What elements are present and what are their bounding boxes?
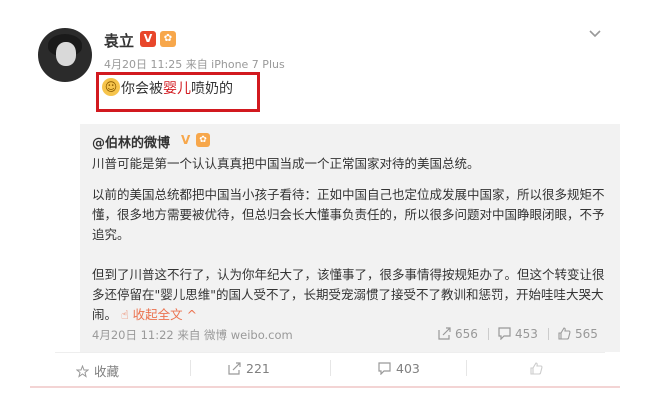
repost-comment-count: 453 bbox=[515, 327, 538, 341]
collapse-link[interactable]: 收起全文 ^ bbox=[133, 307, 197, 322]
favorite-button[interactable]: 收藏 bbox=[75, 361, 120, 380]
repost-like-button[interactable]: 565 bbox=[558, 327, 598, 341]
star-icon bbox=[75, 364, 90, 378]
post-text: 你会被婴儿喷奶的 bbox=[121, 78, 233, 98]
medal-icon: ✿ bbox=[160, 31, 176, 47]
stat-divider bbox=[488, 328, 489, 340]
smirk-emoji-icon: ☺ bbox=[102, 78, 120, 96]
chevron-down-icon[interactable] bbox=[588, 26, 602, 40]
hand-icon: ☝ bbox=[121, 307, 129, 322]
share-button[interactable]: 221 bbox=[228, 361, 270, 376]
share-count: 221 bbox=[246, 361, 270, 376]
avatar[interactable] bbox=[38, 28, 92, 82]
repost-text-line-last: 闹。 ☝ 收起全文 ^ bbox=[92, 304, 197, 323]
repost-verified-icon: V bbox=[181, 133, 191, 147]
repost-share-count: 656 bbox=[455, 327, 478, 341]
weibo-post-card: 袁立 V ✿ 4月20日 11:25 来自 iPhone 7 Plus ☺ 你会… bbox=[0, 0, 647, 400]
repost-share-button[interactable]: 656 bbox=[438, 327, 478, 341]
avatar-face bbox=[56, 42, 76, 66]
repost-text-line: 川普可能是第一个认认真真把中国当成一个正常国家对待的美国总统。 bbox=[92, 156, 480, 171]
share-icon bbox=[438, 327, 451, 340]
repost-text-line: 多还停留在"婴儿思维"的国人受不了，长期受宠溺惯了接受不了教训和惩罚，开始哇哇大… bbox=[92, 287, 604, 302]
post-text-before: 你会被 bbox=[121, 81, 163, 97]
repost-medal-icon: ✿ bbox=[196, 133, 210, 147]
post-text-highlight: 婴儿 bbox=[163, 81, 191, 97]
comment-icon bbox=[498, 327, 511, 341]
comment-count: 403 bbox=[396, 361, 420, 376]
like-button[interactable] bbox=[530, 361, 548, 376]
thumbs-up-icon bbox=[558, 327, 571, 340]
comment-button[interactable]: 403 bbox=[378, 361, 420, 376]
favorite-label: 收藏 bbox=[94, 364, 120, 379]
action-divider bbox=[330, 360, 331, 376]
post-text-after: 喷奶的 bbox=[191, 81, 233, 97]
repost-text-line: 追究。 bbox=[92, 227, 130, 242]
verified-badge-icon: V bbox=[140, 31, 156, 47]
repost-meta[interactable]: 4月20日 11:22 来自 微博 weibo.com bbox=[92, 327, 293, 343]
post-timestamp[interactable]: 4月20日 11:25 来自 iPhone 7 Plus bbox=[104, 56, 285, 72]
stat-divider bbox=[548, 328, 549, 340]
share-icon bbox=[228, 362, 241, 375]
username[interactable]: 袁立 bbox=[104, 30, 134, 51]
action-divider bbox=[466, 360, 467, 376]
repost-like-count: 565 bbox=[575, 327, 598, 341]
repost-comment-button[interactable]: 453 bbox=[498, 327, 538, 341]
repost-text-end: 闹。 bbox=[92, 307, 118, 322]
comment-icon bbox=[378, 362, 391, 376]
repost-text-line: 以前的美国总统都把中国当小孩子看待：正如中国自己也定位成发展中国家，所以很多规矩… bbox=[92, 187, 605, 202]
thumbs-up-icon bbox=[530, 362, 543, 375]
repost-text-line: 懂，很多地方需要被优待，但总归会长大懂事负责任的，所以很多问题对中国睁眼闭眼，不… bbox=[92, 207, 605, 222]
action-divider bbox=[190, 360, 191, 376]
repost-text-line: 但到了川普这不行了，认为你年纪大了，该懂事了，很多事情得按规矩办了。但这个转变让… bbox=[92, 267, 605, 282]
repost-username[interactable]: @伯林的微博 bbox=[92, 132, 170, 151]
bottom-divider bbox=[30, 386, 620, 388]
